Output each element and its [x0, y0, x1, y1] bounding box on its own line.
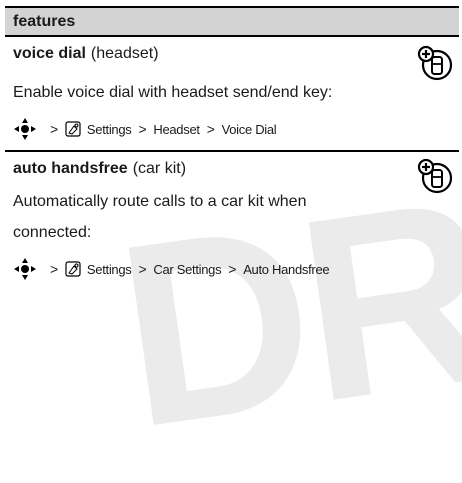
path-separator: > [50, 261, 58, 277]
network-dependent-phone-icon [417, 158, 453, 194]
header-title: features [13, 12, 76, 30]
features-table: features voice dial (headset) Enable voi… [5, 6, 459, 290]
feature-title: auto handsfree (car kit) [13, 152, 459, 186]
path-separator: > [228, 261, 237, 277]
path-separator: > [138, 121, 147, 137]
feature-description-line-1: Automatically route calls to a car kit w… [13, 193, 307, 210]
feature-description-line-2: connected: [13, 224, 92, 241]
feature-title: voice dial (headset) [13, 37, 459, 71]
feature-voice-dial: voice dial (headset) Enable voice dial w… [5, 37, 459, 150]
settings-menu-icon [65, 261, 81, 277]
feature-auto-handsfree: auto handsfree (car kit) Automatically r… [5, 152, 459, 290]
feature-title-bold: auto handsfree [13, 160, 128, 177]
settings-menu-icon [65, 121, 81, 137]
path-separator: > [138, 261, 147, 277]
path-separator: > [206, 121, 215, 137]
path-item-auto-handsfree: Auto Handsfree [243, 261, 330, 277]
feature-title-bold: voice dial [13, 45, 86, 62]
nav-key-icon [14, 118, 36, 140]
path-item-settings: Settings [86, 261, 132, 277]
feature-description: Enable voice dial with headset send/end … [13, 84, 333, 101]
nav-key-icon [14, 258, 36, 280]
path-item-voice-dial: Voice Dial [221, 121, 277, 137]
path-item-headset: Headset [153, 121, 200, 137]
feature-title-qualifier: (car kit) [132, 160, 187, 177]
menu-path: > Settings > Headset > Voice Dial [13, 108, 459, 150]
menu-path: > Settings > Car Settings > Auto Handsfr… [13, 248, 459, 290]
path-separator: > [50, 121, 58, 137]
feature-title-qualifier: (headset) [90, 45, 159, 62]
table-header: features [5, 6, 459, 37]
path-item-settings: Settings [86, 121, 132, 137]
path-item-car-settings: Car Settings [153, 261, 222, 277]
network-dependent-phone-icon [417, 45, 453, 81]
